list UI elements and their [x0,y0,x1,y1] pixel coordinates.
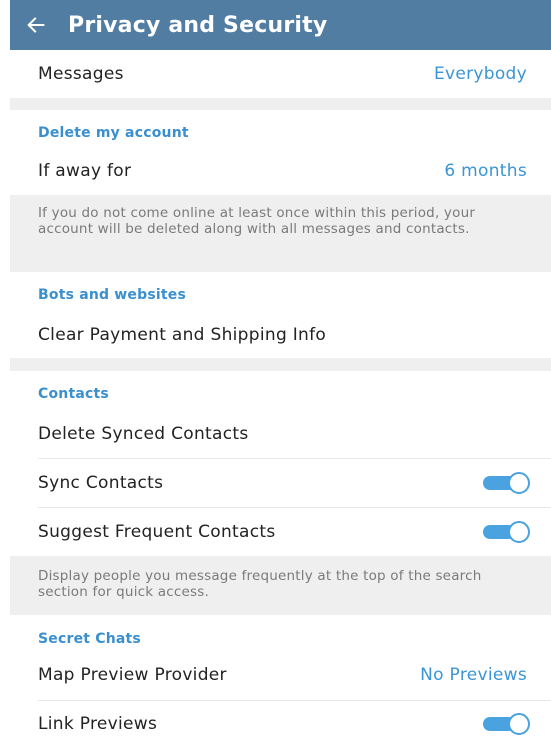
privacy-security-screen: Privacy and Security Messages Everybody … [0,0,551,747]
map-preview-provider-value: No Previews [420,665,527,685]
toggle-knob [508,713,530,735]
sync-contacts-toggle[interactable] [483,472,530,494]
toggle-knob [508,472,530,494]
suggest-frequent-info: Display people you message frequently at… [10,556,551,615]
clear-payment-label: Clear Payment and Shipping Info [38,325,327,345]
clear-payment-row[interactable]: Clear Payment and Shipping Info [10,318,551,358]
section-gap [10,358,551,371]
link-previews-row[interactable]: Link Previews [10,701,551,747]
map-preview-provider-row[interactable]: Map Preview Provider No Previews [10,650,551,700]
suggest-frequent-contacts-row[interactable]: Suggest Frequent Contacts [10,508,551,556]
app-bar: Privacy and Security [10,0,551,50]
link-previews-label: Link Previews [38,714,158,734]
sync-contacts-label: Sync Contacts [38,473,164,493]
page-title: Privacy and Security [68,12,328,38]
link-previews-toggle[interactable] [483,713,530,735]
suggest-frequent-contacts-label: Suggest Frequent Contacts [38,522,276,542]
section-gap [10,98,551,110]
map-preview-provider-label: Map Preview Provider [38,665,227,685]
sync-contacts-row[interactable]: Sync Contacts [10,459,551,507]
messages-value: Everybody [433,64,527,84]
delete-synced-contacts-label: Delete Synced Contacts [38,424,249,444]
if-away-row[interactable]: If away for 6 months [10,152,551,194]
delete-account-info: If you do not come online at least once … [10,195,551,272]
delete-synced-contacts-row[interactable]: Delete Synced Contacts [10,417,551,457]
arrow-left-icon [27,17,45,33]
toggle-knob [508,521,530,543]
back-button[interactable] [10,0,62,50]
section-header-contacts: Contacts [10,371,551,417]
section-header-delete-account: Delete my account [10,110,551,152]
messages-row[interactable]: Messages Everybody [10,50,551,98]
if-away-label: If away for [38,161,132,181]
messages-label: Messages [38,64,124,84]
section-header-bots: Bots and websites [10,272,551,318]
suggest-frequent-contacts-toggle[interactable] [483,521,530,543]
if-away-value: 6 months [444,161,527,181]
